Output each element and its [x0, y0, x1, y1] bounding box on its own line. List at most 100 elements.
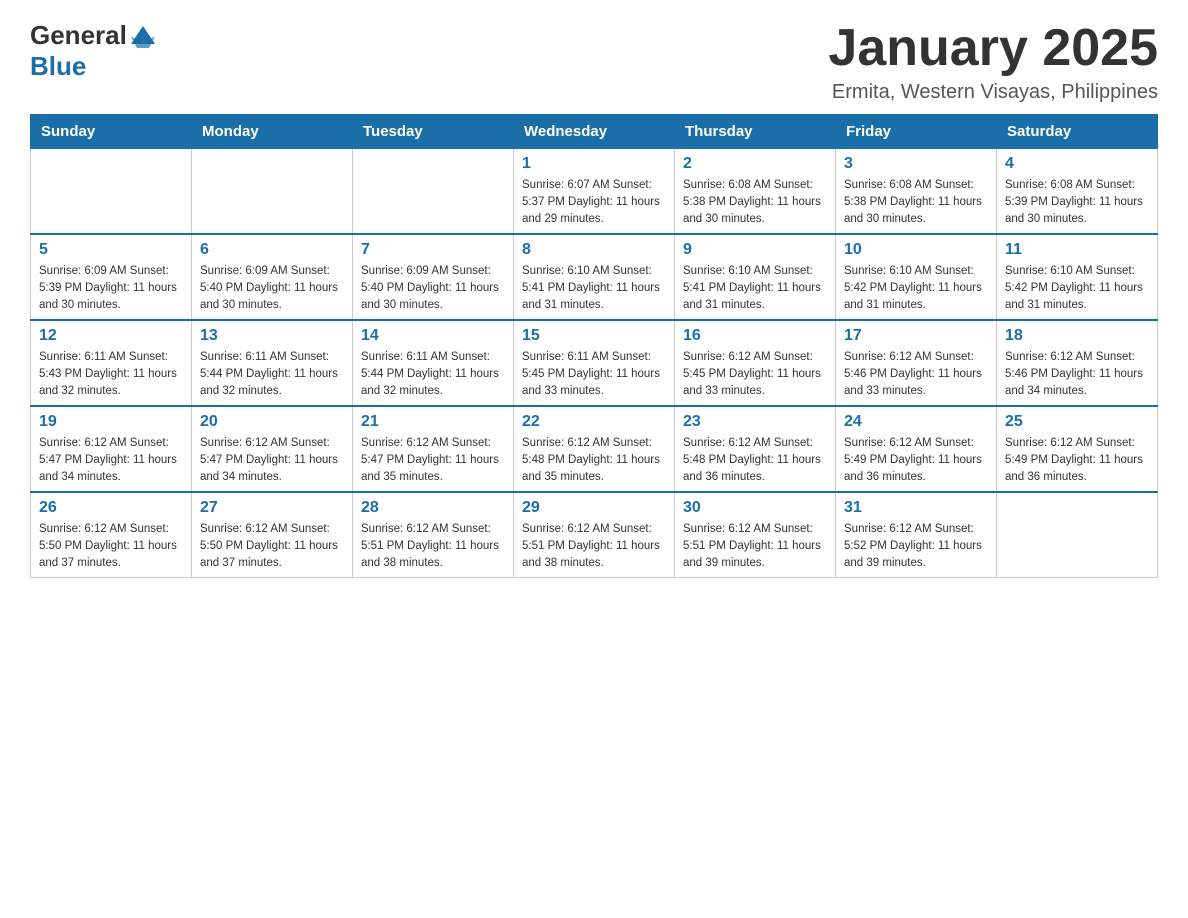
calendar-cell: 30Sunrise: 6:12 AM Sunset: 5:51 PM Dayli… — [675, 492, 836, 578]
calendar-week-row: 19 Sunrise: 6:12 AM Sunset: 5:47 PM Dayli… — [31, 406, 1158, 492]
calendar-cell: 22 Sunrise: 6:12 AM Sunset: 5:48 PM Dayli… — [514, 406, 675, 492]
calendar-cell — [353, 149, 514, 235]
day-info: Sunrise: 6:12 AM Sunset: 5:47 PM Dayligh… — [39, 435, 183, 485]
day-info: Sunrise: 6:08 AM Sunset: 5:38 PM Dayligh… — [683, 177, 827, 227]
day-number: 12 — [39, 327, 183, 345]
day-info: Sunrise: 6:09 AM Sunset: 5:40 PM Dayligh… — [200, 263, 344, 313]
calendar-cell: 6 Sunrise: 6:09 AM Sunset: 5:40 PM Daylig… — [192, 234, 353, 320]
calendar-header-sunday: Sunday — [31, 115, 192, 149]
day-number: 22 — [522, 413, 666, 431]
day-info: Sunrise: 6:12 AM Sunset: 5:50 PM Dayligh… — [200, 521, 344, 571]
day-number: 8 — [522, 241, 666, 259]
day-info: Sunrise: 6:12 AM Sunset: 5:47 PM Dayligh… — [361, 435, 505, 485]
day-number: 31 — [844, 499, 988, 517]
day-info: Sunrise: 6:11 AM Sunset: 5:45 PM Dayligh… — [522, 349, 666, 399]
calendar-cell — [31, 149, 192, 235]
day-info: Sunrise: 6:10 AM Sunset: 5:42 PM Dayligh… — [1005, 263, 1149, 313]
day-info: Sunrise: 6:10 AM Sunset: 5:42 PM Dayligh… — [844, 263, 988, 313]
day-info: Sunrise: 6:12 AM Sunset: 5:48 PM Dayligh… — [683, 435, 827, 485]
calendar-cell: 4 Sunrise: 6:08 AM Sunset: 5:39 PM Daylig… — [997, 149, 1158, 235]
day-number: 15 — [522, 327, 666, 345]
calendar-cell: 1 Sunrise: 6:07 AM Sunset: 5:37 PM Daylig… — [514, 149, 675, 235]
day-number: 11 — [1005, 241, 1149, 259]
day-info: Sunrise: 6:12 AM Sunset: 5:51 PM Dayligh… — [522, 521, 666, 571]
day-number: 23 — [683, 413, 827, 431]
day-number: 2 — [683, 155, 827, 173]
day-number: 20 — [200, 413, 344, 431]
calendar-cell: 29Sunrise: 6:12 AM Sunset: 5:51 PM Dayli… — [514, 492, 675, 578]
calendar-cell: 12Sunrise: 6:11 AM Sunset: 5:43 PM Dayli… — [31, 320, 192, 406]
calendar-cell: 21 Sunrise: 6:12 AM Sunset: 5:47 PM Dayli… — [353, 406, 514, 492]
day-number: 9 — [683, 241, 827, 259]
day-info: Sunrise: 6:12 AM Sunset: 5:51 PM Dayligh… — [361, 521, 505, 571]
calendar-cell: 18Sunrise: 6:12 AM Sunset: 5:46 PM Dayli… — [997, 320, 1158, 406]
day-number: 25 — [1005, 413, 1149, 431]
day-info: Sunrise: 6:12 AM Sunset: 5:50 PM Dayligh… — [39, 521, 183, 571]
logo-blue-text: Blue — [30, 51, 86, 82]
day-info: Sunrise: 6:09 AM Sunset: 5:40 PM Dayligh… — [361, 263, 505, 313]
calendar-header-saturday: Saturday — [997, 115, 1158, 149]
day-number: 6 — [200, 241, 344, 259]
calendar-header-friday: Friday — [836, 115, 997, 149]
day-info: Sunrise: 6:11 AM Sunset: 5:44 PM Dayligh… — [361, 349, 505, 399]
day-info: Sunrise: 6:12 AM Sunset: 5:46 PM Dayligh… — [844, 349, 988, 399]
day-number: 17 — [844, 327, 988, 345]
day-number: 1 — [522, 155, 666, 173]
calendar-week-row: 1 Sunrise: 6:07 AM Sunset: 5:37 PM Daylig… — [31, 149, 1158, 235]
day-info: Sunrise: 6:10 AM Sunset: 5:41 PM Dayligh… — [683, 263, 827, 313]
day-info: Sunrise: 6:12 AM Sunset: 5:48 PM Dayligh… — [522, 435, 666, 485]
day-info: Sunrise: 6:12 AM Sunset: 5:52 PM Dayligh… — [844, 521, 988, 571]
calendar-cell: 8 Sunrise: 6:10 AM Sunset: 5:41 PM Daylig… — [514, 234, 675, 320]
day-number: 21 — [361, 413, 505, 431]
day-number: 16 — [683, 327, 827, 345]
day-info: Sunrise: 6:12 AM Sunset: 5:49 PM Dayligh… — [1005, 435, 1149, 485]
calendar-header-monday: Monday — [192, 115, 353, 149]
day-number: 13 — [200, 327, 344, 345]
day-number: 14 — [361, 327, 505, 345]
calendar-header-thursday: Thursday — [675, 115, 836, 149]
calendar-header-row: SundayMondayTuesdayWednesdayThursdayFrid… — [31, 115, 1158, 149]
calendar-cell: 13 Sunrise: 6:11 AM Sunset: 5:44 PM Dayli… — [192, 320, 353, 406]
calendar-cell: 31 Sunrise: 6:12 AM Sunset: 5:52 PM Dayli… — [836, 492, 997, 578]
day-number: 28 — [361, 499, 505, 517]
logo: General Blue — [30, 20, 157, 82]
location-text: Ermita, Western Visayas, Philippines — [828, 81, 1158, 104]
day-info: Sunrise: 6:12 AM Sunset: 5:46 PM Dayligh… — [1005, 349, 1149, 399]
day-info: Sunrise: 6:12 AM Sunset: 5:47 PM Dayligh… — [200, 435, 344, 485]
calendar-cell — [997, 492, 1158, 578]
day-number: 10 — [844, 241, 988, 259]
day-number: 19 — [39, 413, 183, 431]
day-info: Sunrise: 6:11 AM Sunset: 5:44 PM Dayligh… — [200, 349, 344, 399]
calendar-cell: 10 Sunrise: 6:10 AM Sunset: 5:42 PM Dayli… — [836, 234, 997, 320]
calendar-week-row: 12Sunrise: 6:11 AM Sunset: 5:43 PM Dayli… — [31, 320, 1158, 406]
day-info: Sunrise: 6:07 AM Sunset: 5:37 PM Dayligh… — [522, 177, 666, 227]
calendar-cell: 28 Sunrise: 6:12 AM Sunset: 5:51 PM Dayli… — [353, 492, 514, 578]
day-number: 4 — [1005, 155, 1149, 173]
day-number: 30 — [683, 499, 827, 517]
logo-icon — [129, 22, 157, 50]
calendar-cell: 25 Sunrise: 6:12 AM Sunset: 5:49 PM Dayli… — [997, 406, 1158, 492]
calendar-header-tuesday: Tuesday — [353, 115, 514, 149]
title-block: January 2025 Ermita, Western Visayas, Ph… — [828, 20, 1158, 104]
day-number: 24 — [844, 413, 988, 431]
calendar-cell: 11 Sunrise: 6:10 AM Sunset: 5:42 PM Dayli… — [997, 234, 1158, 320]
day-info: Sunrise: 6:10 AM Sunset: 5:41 PM Dayligh… — [522, 263, 666, 313]
calendar-cell: 23 Sunrise: 6:12 AM Sunset: 5:48 PM Dayli… — [675, 406, 836, 492]
day-info: Sunrise: 6:12 AM Sunset: 5:49 PM Dayligh… — [844, 435, 988, 485]
calendar-cell: 24 Sunrise: 6:12 AM Sunset: 5:49 PM Dayli… — [836, 406, 997, 492]
calendar-cell: 7Sunrise: 6:09 AM Sunset: 5:40 PM Daylig… — [353, 234, 514, 320]
calendar-cell: 9 Sunrise: 6:10 AM Sunset: 5:41 PM Daylig… — [675, 234, 836, 320]
calendar-cell: 3Sunrise: 6:08 AM Sunset: 5:38 PM Daylig… — [836, 149, 997, 235]
logo-general-text: General — [30, 20, 127, 51]
calendar-cell: 15 Sunrise: 6:11 AM Sunset: 5:45 PM Dayli… — [514, 320, 675, 406]
calendar-cell: 14 Sunrise: 6:11 AM Sunset: 5:44 PM Dayli… — [353, 320, 514, 406]
calendar-header-wednesday: Wednesday — [514, 115, 675, 149]
day-number: 3 — [844, 155, 988, 173]
day-info: Sunrise: 6:09 AM Sunset: 5:39 PM Dayligh… — [39, 263, 183, 313]
page-header: General Blue January 2025 Ermita, Wester… — [30, 20, 1158, 104]
calendar-cell: 19 Sunrise: 6:12 AM Sunset: 5:47 PM Dayli… — [31, 406, 192, 492]
day-number: 5 — [39, 241, 183, 259]
day-number: 26 — [39, 499, 183, 517]
day-info: Sunrise: 6:08 AM Sunset: 5:39 PM Dayligh… — [1005, 177, 1149, 227]
calendar-cell: 27Sunrise: 6:12 AM Sunset: 5:50 PM Dayli… — [192, 492, 353, 578]
